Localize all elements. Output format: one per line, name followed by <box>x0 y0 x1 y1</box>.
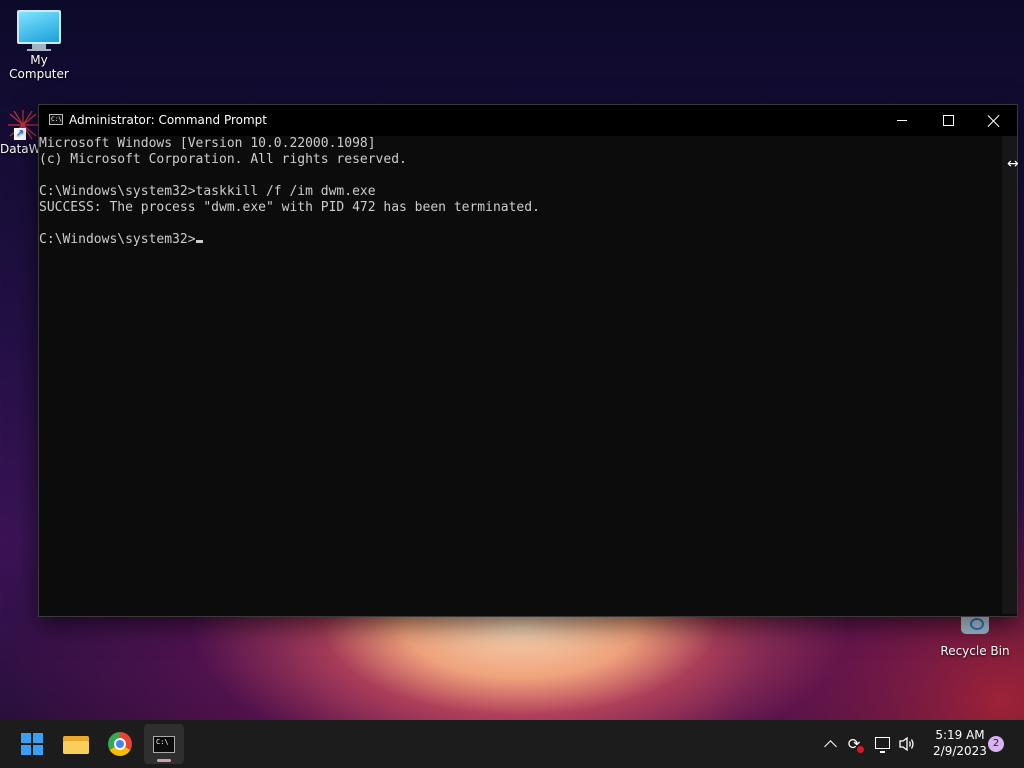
file-explorer-button[interactable] <box>56 724 96 764</box>
desktop-icon-my-computer[interactable]: My Computer <box>0 10 78 81</box>
windows-start-icon <box>21 733 43 755</box>
desktop: My Computer ↗ DataW Recycle Bin C:\ Admi… <box>0 0 1024 720</box>
command-prompt-taskbar-button[interactable]: C:\ <box>144 724 184 764</box>
maximize-icon <box>942 115 954 126</box>
console-line: (c) Microsoft Corporation. All rights re… <box>39 152 407 167</box>
clock-date: 2/9/2023 <box>933 744 987 758</box>
chevron-up-icon <box>823 739 837 753</box>
network-button[interactable] <box>871 733 893 755</box>
chrome-icon <box>108 732 132 756</box>
console-output[interactable]: Microsoft Windows [Version 10.0.22000.10… <box>39 136 1001 614</box>
window-title: Administrator: Command Prompt <box>69 113 267 127</box>
window-titlebar[interactable]: C:\ Administrator: Command Prompt <box>39 105 1017 136</box>
volume-icon <box>899 736 914 752</box>
close-icon <box>988 115 1000 127</box>
dataw-shortcut-icon: ↗ <box>6 108 40 142</box>
show-hidden-icons-button[interactable] <box>819 733 841 755</box>
desktop-icon-recycle-bin[interactable]: Recycle Bin <box>938 612 1012 658</box>
command-prompt-icon: C:\ <box>49 114 63 125</box>
minimize-button[interactable] <box>879 105 925 136</box>
console-prompt-line[interactable]: C:\Windows\system32> <box>39 232 1001 248</box>
close-button[interactable] <box>971 105 1017 136</box>
vertical-scrollbar[interactable] <box>1002 136 1017 614</box>
desktop-icon-dataw[interactable]: ↗ DataW <box>0 108 41 156</box>
maximize-button[interactable] <box>925 105 971 136</box>
network-icon <box>874 737 890 753</box>
resize-cursor-icon: ↔ <box>1007 156 1019 172</box>
console-line: SUCCESS: The process "dwm.exe" with PID … <box>39 200 540 215</box>
active-app-indicator <box>157 759 171 762</box>
sync-status-button[interactable]: ⟳ <box>843 733 865 755</box>
desktop-icon-label: My Computer <box>9 53 69 81</box>
text-cursor <box>195 240 203 243</box>
desktop-icon-label: DataW <box>0 142 41 156</box>
error-dot-icon <box>857 746 864 753</box>
console-prompt: C:\Windows\system32> <box>39 232 196 247</box>
console-line: Microsoft Windows [Version 10.0.22000.10… <box>39 136 376 151</box>
chrome-button[interactable] <box>100 724 140 764</box>
desktop-icon-label: Recycle Bin <box>940 644 1010 658</box>
monitor-icon <box>0 10 78 51</box>
minimize-icon <box>897 120 907 121</box>
command-prompt-icon: C:\ <box>153 735 175 753</box>
command-prompt-window[interactable]: C:\ Administrator: Command Prompt Micros… <box>38 104 1018 617</box>
notification-badge[interactable]: 2 <box>988 736 1004 752</box>
clock-time: 5:19 AM <box>935 728 985 742</box>
volume-button[interactable] <box>896 733 918 755</box>
console-line: C:\Windows\system32>taskkill /f /im dwm.… <box>39 184 376 199</box>
start-button[interactable] <box>12 724 52 764</box>
file-explorer-icon <box>63 734 89 754</box>
system-clock[interactable]: 5:19 AM 2/9/2023 <box>924 727 996 759</box>
